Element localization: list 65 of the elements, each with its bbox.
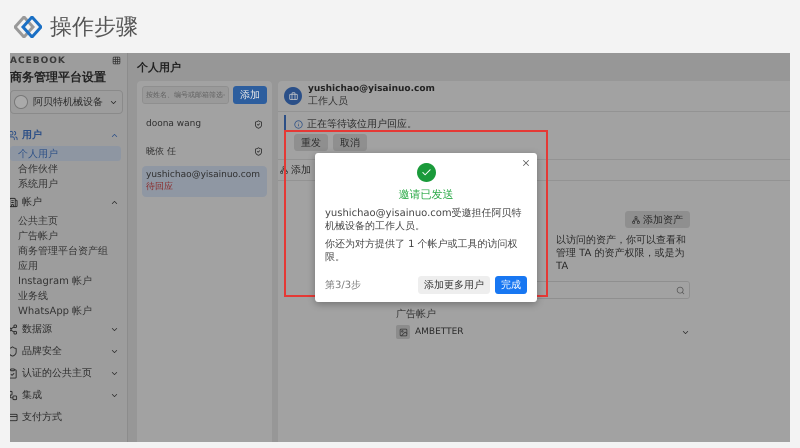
notice-text: 正在等待该位用户回应。 bbox=[307, 118, 417, 131]
asset-name: AMBETTER bbox=[415, 327, 465, 337]
sidebar-item[interactable]: WhatsApp 帐户 bbox=[10, 303, 121, 318]
notice-button[interactable]: 重发 bbox=[294, 134, 328, 151]
dialog-button[interactable]: 添加更多用户 bbox=[418, 276, 490, 294]
logo-icon bbox=[14, 16, 42, 38]
sidebar-item[interactable]: 系统用户 bbox=[10, 176, 121, 191]
user-email: yushichao@yisainuo.com bbox=[308, 84, 435, 94]
sidebar-item[interactable]: 商务管理平台资产组 bbox=[10, 243, 121, 258]
section-title: 个人用户 bbox=[136, 60, 182, 76]
user-name: 晓依 任 bbox=[146, 146, 176, 158]
user-status: 待回应 bbox=[146, 180, 174, 193]
dialog-button[interactable]: 完成 bbox=[495, 276, 527, 294]
section-icon bbox=[10, 368, 18, 378]
page-heading: 操作步骤 bbox=[50, 14, 138, 42]
step-indicator: 第3/3步 bbox=[325, 278, 362, 292]
sidebar-item[interactable]: 个人用户 bbox=[10, 146, 121, 161]
section-icon bbox=[10, 412, 18, 422]
add-asset-button[interactable]: 添加资产 bbox=[625, 211, 690, 228]
sidebar-section[interactable]: 用户 bbox=[10, 124, 127, 146]
business-dropdown[interactable]: 阿贝特机械设备 bbox=[10, 90, 123, 114]
business-avatar-icon bbox=[14, 95, 28, 109]
notice-button[interactable]: 取消 bbox=[333, 134, 367, 151]
user-row[interactable]: yushichao@yisainuo.com 待回应 bbox=[142, 166, 267, 197]
sidebar-section[interactable]: 帐户 bbox=[10, 191, 127, 213]
dialog-text: 你还为对方提供了 1 个帐户或工具的访问权限。 bbox=[325, 238, 519, 264]
sidebar-item[interactable]: 广告帐户 bbox=[10, 228, 121, 243]
user-avatar-icon bbox=[284, 87, 302, 105]
user-name: doona wang bbox=[146, 119, 202, 129]
section-icon bbox=[10, 390, 18, 400]
group-label: 广告帐户 bbox=[396, 308, 437, 321]
sidebar-item[interactable]: 应用 bbox=[10, 258, 121, 273]
success-check-icon bbox=[416, 163, 436, 182]
dialog-title: 邀请已发送 bbox=[398, 187, 454, 202]
shield-icon bbox=[254, 120, 263, 128]
sidebar-item[interactable]: 公共主页 bbox=[10, 213, 121, 228]
brand-label: ACEBOOK bbox=[10, 56, 66, 66]
sidebar-item[interactable]: 合作伙伴 bbox=[10, 161, 121, 176]
apps-grid-icon[interactable] bbox=[112, 56, 121, 65]
section-icon bbox=[10, 196, 18, 208]
network-icon bbox=[632, 216, 640, 224]
description-text: 以访问的资产，你可以查看和管理 TA 的资产权限，或是为 TA bbox=[556, 234, 687, 273]
shield-icon bbox=[254, 146, 263, 156]
user-row[interactable]: doona wang bbox=[142, 112, 267, 136]
sidebar-section[interactable]: 认证的公共主页 bbox=[10, 362, 127, 384]
tab[interactable]: 添加 bbox=[280, 163, 311, 177]
user-row[interactable]: 晓依 任 bbox=[142, 139, 267, 163]
sidebar-item[interactable]: Instagram 帐户 bbox=[10, 273, 121, 288]
info-icon bbox=[294, 120, 303, 128]
network-icon bbox=[280, 166, 288, 174]
close-button[interactable] bbox=[521, 158, 531, 168]
sidebar-title: 商务管理平台设置 bbox=[10, 69, 107, 86]
add-button[interactable]: 添加 bbox=[233, 86, 267, 104]
sidebar-item[interactable]: 业务线 bbox=[10, 288, 121, 303]
sidebar-section[interactable]: 品牌安全 bbox=[10, 340, 127, 362]
sidebar-section[interactable]: 数据源 bbox=[10, 318, 127, 340]
user-role: 工作人员 bbox=[308, 95, 349, 108]
sidebar-section[interactable]: 支付方式 bbox=[10, 406, 127, 428]
user-name: yushichao@yisainuo.com bbox=[146, 170, 260, 180]
sidebar-section[interactable]: 集成 bbox=[10, 384, 127, 406]
section-icon bbox=[10, 324, 18, 334]
dialog-text: yushichao@yisainuo.com受邀担任阿贝特机械设备的工作人员。 bbox=[325, 207, 523, 233]
section-icon bbox=[10, 346, 18, 356]
ad-account-icon bbox=[396, 325, 410, 339]
section-icon bbox=[10, 130, 18, 140]
